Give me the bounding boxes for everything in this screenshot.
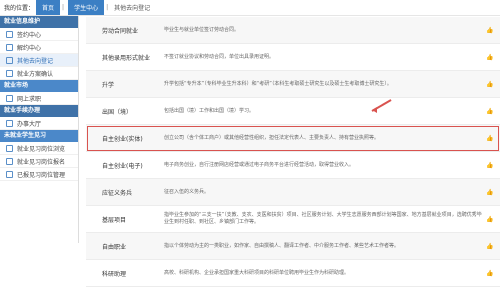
sidebar-item[interactable]: 签约中心 xyxy=(0,28,78,41)
breadcrumb-current: 其他去向登记 xyxy=(114,5,151,12)
annotation-arrow-head xyxy=(372,107,377,113)
sidebar-item-label: 办事大厅 xyxy=(17,120,42,128)
breadcrumb-home-link[interactable]: 首页 xyxy=(36,0,61,15)
sidebar-item[interactable]: 就业方案确认 xyxy=(0,67,78,80)
destination-type-name[interactable]: 其他录用形式就业 xyxy=(86,53,164,62)
menu-item-icon xyxy=(6,144,13,152)
destination-type-name[interactable]: 劳动合同就业 xyxy=(86,26,164,35)
destination-type-description: 指毕业生参加的“三支一扶”（支教、支农、支医和扶贫）项目、社区服务计划、大学生志… xyxy=(164,212,482,225)
destination-type-description: 高校、科研机构、企业承担国家重大科研项目的科研单位聘用毕业生作为科研助理。 xyxy=(164,269,350,276)
annotation-arrow-icon xyxy=(371,99,400,114)
list-item[interactable]: 出国（境） 包括出国（境）工作和出国（境）学习。 👍 xyxy=(86,98,500,125)
thumbs-up-icon[interactable]: 👍 xyxy=(486,216,493,223)
sidebar-item-label: 网上求职 xyxy=(17,95,42,103)
sidebar-item-label: 已报见习岗位管理 xyxy=(17,171,66,179)
thumbs-up-icon[interactable]: 👍 xyxy=(486,270,493,277)
menu-item-icon xyxy=(6,43,13,51)
list-item[interactable]: 自主创业(实体) 创立公司（含个体工商户）或其他经营性组织，担任法定代表人、主要负… xyxy=(86,125,500,152)
destination-type-name[interactable]: 应征义务兵 xyxy=(86,188,164,197)
sidebar-section-header[interactable]: 就业手续办理 xyxy=(0,105,78,117)
sidebar-item-label: 就业见习岗位浏览 xyxy=(17,145,66,153)
thumbs-up-icon[interactable]: 👍 xyxy=(486,189,493,196)
sidebar-item[interactable]: 就业见习岗位浏览 xyxy=(0,142,78,155)
sidebar: 就业信息维护签约中心解约中心其他去向登记 就业方案确认就业市场网上求职就业手续办理… xyxy=(0,16,79,243)
destination-type-name[interactable]: 升学 xyxy=(86,80,164,89)
destination-type-name[interactable]: 基层项目 xyxy=(86,215,164,224)
menu-item-icon xyxy=(6,119,13,127)
thumbs-up-icon[interactable]: 👍 xyxy=(486,135,493,142)
breadcrumb-prefix: 我的位置： xyxy=(4,5,35,12)
menu-item-icon xyxy=(6,69,13,77)
destination-type-description: 创立公司（含个体工商户）或其他经营性组织，担任法定代表人、主要负责人、持有营业执… xyxy=(164,134,380,141)
thumbs-up-icon[interactable]: 👍 xyxy=(486,243,493,250)
breadcrumb-section-link[interactable]: 学生中心 xyxy=(68,0,105,15)
sidebar-item-label: 就业方案确认 xyxy=(17,70,54,78)
main-list: 劳动合同就业 毕业生与就业单位签订劳动合同。 👍 其他录用形式就业 不签订就业协议和劳动… xyxy=(86,17,500,287)
thumbs-up-icon[interactable]: 👍 xyxy=(486,81,493,88)
destination-type-name[interactable]: 出国（境） xyxy=(86,107,164,116)
sidebar-item-label: 就业见习岗位报名 xyxy=(17,158,66,166)
menu-item-icon xyxy=(6,170,13,178)
sidebar-section-header[interactable]: 就业市场 xyxy=(0,80,78,92)
destination-type-description: 不签订就业协议和劳动合同，单位出具录用证明。 xyxy=(164,53,275,60)
thumbs-up-icon[interactable]: 👍 xyxy=(486,162,493,169)
sidebar-section-header[interactable]: 就业信息维护 xyxy=(0,16,78,28)
list-item[interactable]: 自主创业(电子) 电子商务创业，自行注册网店经营或通过电子商务平台进行经营活动，取… xyxy=(86,152,500,179)
menu-item-icon xyxy=(6,94,13,102)
list-item[interactable]: 自由职业 指以个体劳动为主的一类职业，如作家、自由撰稿人、翻译工作者、中介服务工作… xyxy=(86,233,500,260)
sidebar-item-label: 其他去向登记 xyxy=(17,57,54,65)
breadcrumb-separator: | xyxy=(62,4,65,11)
thumbs-up-icon[interactable]: 👍 xyxy=(486,54,493,61)
sidebar-item[interactable]: 已报见习岗位管理 xyxy=(0,168,78,181)
sidebar-item[interactable]: 其他去向登记 xyxy=(0,54,78,67)
destination-type-description: 指以个体劳动为主的一类职业，如作家、自由撰稿人、翻译工作者、中介服务工作者、某些… xyxy=(164,242,400,249)
list-item[interactable]: 其他录用形式就业 不签订就业协议和劳动合同，单位出具录用证明。 👍 xyxy=(86,44,500,71)
menu-item-icon xyxy=(6,30,13,38)
list-item[interactable]: 科研助理 高校、科研机构、企业承担国家重大科研项目的科研单位聘用毕业生作为科研助理… xyxy=(86,260,500,287)
list-item[interactable]: 应征义务兵 征召入伍的义务兵。 👍 xyxy=(86,179,500,206)
sidebar-item[interactable]: 解约中心 xyxy=(0,41,78,54)
thumbs-up-icon[interactable]: 👍 xyxy=(486,108,493,115)
destination-type-name[interactable]: 自主创业(电子) xyxy=(86,161,164,170)
destination-type-description: 电子商务创业，自行注册网店经营或通过电子商务平台进行经营活动，取得营业收入。 xyxy=(164,161,355,168)
list-item[interactable]: 劳动合同就业 毕业生与就业单位签订劳动合同。 👍 xyxy=(86,17,500,44)
breadcrumb: 我的位置： 首页 | 学生中心 | 其他去向登记 xyxy=(0,0,500,16)
destination-type-name[interactable]: 自主创业(实体) xyxy=(86,134,164,143)
sidebar-section-header[interactable]: 未就业学生见习 xyxy=(0,130,78,142)
thumbs-up-icon[interactable]: 👍 xyxy=(486,27,493,34)
sidebar-item-label: 解约中心 xyxy=(17,44,42,52)
list-item[interactable]: 升学 升学包括“专升本”（专科毕业生升本科）和“考研”（本科生考取硕士研究生以及硕… xyxy=(86,71,500,98)
destination-type-name[interactable]: 科研助理 xyxy=(86,269,164,278)
menu-item-icon xyxy=(6,157,13,165)
sidebar-item[interactable]: 就业见习岗位报名 xyxy=(0,155,78,168)
destination-type-description: 升学包括“专升本”（专科毕业生升本科）和“考研”（本科生考取硕士研究生以及硕士生… xyxy=(164,80,392,87)
sidebar-item[interactable]: 网上求职 xyxy=(0,92,78,105)
destination-type-description: 毕业生与就业单位签订劳动合同。 xyxy=(164,26,240,33)
menu-item-icon xyxy=(6,56,13,64)
sidebar-item-label: 签约中心 xyxy=(17,31,42,39)
destination-type-description: 征召入伍的义务兵。 xyxy=(164,188,210,195)
list-item[interactable]: 基层项目 指毕业生参加的“三支一扶”（支教、支农、支医和扶贫）项目、社区服务计划、… xyxy=(86,206,500,233)
destination-type-description: 包括出国（境）工作和出国（境）学习。 xyxy=(164,107,255,114)
sidebar-item[interactable]: 办事大厅 xyxy=(0,117,78,130)
